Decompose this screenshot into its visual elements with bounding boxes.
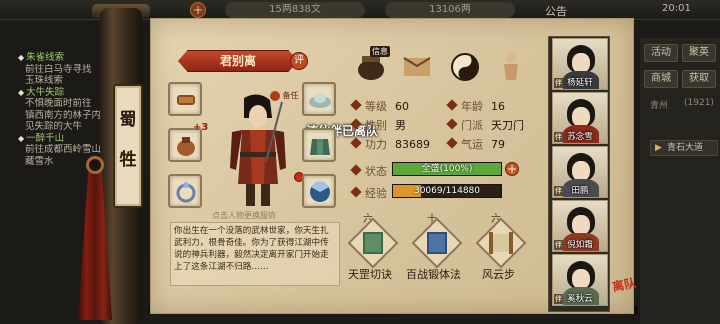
play-arrow-icon: ▶ [655,143,662,153]
sect-tab[interactable]: 蜀 牲 [113,84,143,208]
level-stat: 等级 60 [350,98,409,114]
quest-title[interactable]: ◆ 朱雀线索 [18,52,113,64]
team-member-tag: 伴 [554,132,563,142]
team-member-card[interactable]: 田鹏 伴 [552,146,608,198]
hero-figure[interactable] [222,92,294,210]
team-member-tag: 伴 [554,78,563,88]
quest-desc: 玉珠线索 [25,75,64,86]
right-menu: 活动 聚英 商城 获取 青州 (1921) [640,38,720,324]
goto-location-button[interactable]: ▶ 青石大道 [650,140,718,156]
team-member-card[interactable]: 杨延轩 伴 [552,38,608,90]
gauntlet-icon [177,95,195,105]
quest-desc: 前往白马寺寻找 [25,63,92,75]
quest-desc: 不惧晚面时前往 [25,98,92,109]
team-member-card[interactable]: 奚秋云 伴 [552,254,608,306]
team-member-card[interactable]: 苏念雪 伴 [552,92,608,144]
bullet-icon [446,137,458,149]
skill-slot[interactable] [411,217,463,269]
clock-time: 20:01 [662,3,691,14]
bullet-icon [350,99,362,111]
bullet-icon [350,164,362,176]
tassel-ring [86,156,104,174]
pouch-icon [177,137,195,156]
quest-desc: 见失踪的大牛 [25,121,83,132]
change-outfit-hint: 点击人物更换服饰 [212,211,276,220]
state-label: 状态 [350,163,395,179]
equip-slot-belt[interactable] [168,128,202,162]
portrait-face [572,161,590,181]
shop-button[interactable]: 商城 [644,70,678,88]
location-coords: (1921) [684,98,714,108]
bullet-icon [350,137,362,149]
bullet-icon [446,99,458,111]
quest-desc: 镇西南方的林子内 [25,109,102,121]
skill-name: 百战锻体法 [406,268,461,281]
ring-icon [176,182,196,203]
map-icon[interactable] [400,50,434,84]
equip-slot-ring[interactable] [168,174,202,208]
luck-stat: 气运 79 [446,136,505,152]
skill-slot[interactable] [347,217,399,269]
exp-bar: 30069/114880 [392,184,502,198]
portrait-face [572,53,590,73]
fan-icon [310,181,330,202]
enhance-level: +3 [193,122,209,133]
team-member-tag: 伴 [554,240,563,250]
sect-stat: 门派 天刀门 [446,117,524,133]
goto-location-label: 青石大道 [667,143,704,153]
team-member-card[interactable]: 倪如霜 伴 [552,200,608,252]
location-name: 青州 [650,101,669,111]
bullet-icon [350,118,362,130]
bullet-icon [350,186,362,198]
team-member-tag: 伴 [554,294,563,304]
hat-icon [309,93,331,108]
book-icon [427,232,447,254]
quest-desc: 前往成都西岭雪山 [25,144,102,155]
equip-slot-weapon[interactable] [168,82,202,116]
exp-bar-text: 30069/114880 [413,186,481,196]
power-stat: 功力 83689 [350,136,430,152]
character-name: 君别离 [178,50,298,72]
add-silver-button[interactable]: + [190,2,206,18]
book-icon [363,232,383,254]
quest-title[interactable]: ◆ 大牛失踪 [18,87,113,99]
age-stat: 年龄 16 [446,98,505,114]
skill-slot[interactable] [475,217,527,269]
evaluate-button[interactable]: 评 [290,52,308,70]
notice-button[interactable]: 公告 [545,3,567,19]
team-member-tag: 伴 [554,186,563,196]
yinyang-icon[interactable] [448,50,482,84]
gather-button[interactable]: 聚英 [682,44,716,62]
portrait-face [572,107,590,127]
equip-slot-helmet[interactable] [302,82,336,116]
meridian-figure-icon[interactable] [494,50,528,84]
portrait-face [572,269,590,289]
skill-name: 风云步 [482,268,515,281]
state-bar-text: 全盛(100%) [421,164,473,174]
equip-slot-armor[interactable] [302,128,336,162]
bullet-icon [446,118,458,130]
restore-state-button[interactable]: + [505,162,519,176]
currency-silver: 15两838文 [225,2,365,18]
obtain-button[interactable]: 获取 [682,70,716,88]
quest-title[interactable]: ◆ 一醉千山 [18,133,113,145]
skill-name: 天罡切诀 [348,268,392,281]
state-bar: 全盛(100%) [392,162,502,176]
currency-gold: 13106两 [385,2,515,18]
armor-icon [310,139,330,155]
equip-slot-accessory[interactable] [302,174,336,208]
sect-tab-label: 蜀 牲 [119,110,137,170]
gender-stat: 性别男 [350,117,406,133]
activity-button[interactable]: 活动 [644,44,678,62]
portrait-face [572,215,590,235]
info-label: 信息 [370,46,390,57]
exp-label: 经验 [350,185,395,201]
character-description: 你出生在一个没落的武林世家，你天生扎武利力，根骨奇佳。你为了获得江湖中传说的神兵… [170,222,340,286]
scroll-icon [489,232,513,254]
